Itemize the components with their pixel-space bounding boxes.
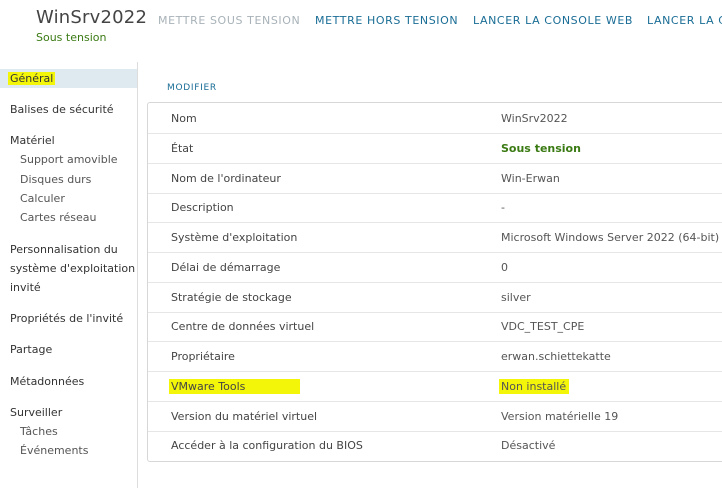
property-label: Accéder à la configuration du BIOS	[171, 439, 363, 452]
highlighted-label: VMware Tools	[169, 379, 301, 394]
vm-header: WinSrv2022 Sous tension METTRE SOUS TENS…	[0, 0, 722, 52]
sidebar-item-metadata[interactable]: Métadonnées	[10, 375, 84, 388]
sidebar-item-label: invité	[10, 281, 41, 294]
table-row: VMware Tools Non installé	[148, 371, 722, 402]
table-row: Nom de l'ordinateur Win-Erwan	[148, 163, 722, 194]
table-row: Système d'exploitation Microsoft Windows…	[148, 222, 722, 253]
table-row: Accéder à la configuration du BIOS Désac…	[148, 430, 722, 460]
general-panel: MODIFIER Nom WinSrv2022 État Sous tensio…	[147, 62, 722, 488]
property-value: Version matérielle 19	[501, 410, 619, 423]
property-label: Délai de démarrage	[171, 261, 281, 274]
sidebar-item-compute[interactable]: Calculer	[20, 192, 65, 205]
table-row: Délai de démarrage 0	[148, 252, 722, 283]
property-label: Centre de données virtuel	[171, 320, 315, 333]
properties-table: Nom WinSrv2022 État Sous tension Nom de …	[147, 102, 722, 462]
table-row: État Sous tension	[148, 133, 722, 164]
sidebar-item-label: système d'exploitation	[10, 262, 136, 275]
power-off-button[interactable]: METTRE HORS TENSION	[315, 14, 458, 27]
table-row: Description -	[148, 192, 722, 223]
sidebar-item-hard-disks[interactable]: Disques durs	[20, 173, 91, 186]
sidebar-item-tasks[interactable]: Tâches	[20, 425, 58, 438]
property-value: silver	[501, 291, 531, 304]
highlighted-value: Non installé	[499, 379, 570, 394]
sidebar-item-label: Personnalisation du	[10, 243, 118, 256]
property-value: Microsoft Windows Server 2022 (64-bit)	[501, 231, 720, 244]
property-label: Propriétaire	[171, 350, 235, 363]
status-value: Sous tension	[501, 142, 581, 155]
modify-link[interactable]: MODIFIER	[167, 83, 217, 93]
property-label: Description	[171, 201, 234, 214]
sidebar-item-monitor[interactable]: Surveiller	[10, 406, 62, 419]
sidebar-item-removable-media[interactable]: Support amovible	[20, 153, 118, 166]
power-on-button[interactable]: METTRE SOUS TENSION	[158, 14, 300, 27]
property-label: Stratégie de stockage	[171, 291, 292, 304]
launch-remote-console-button[interactable]: LANCER LA C	[647, 14, 722, 27]
property-label: VMware Tools	[169, 379, 301, 394]
sidebar-item-label: Général	[8, 72, 56, 85]
sidebar-item-sharing[interactable]: Partage	[10, 343, 52, 356]
sidebar-item-guest-customization[interactable]: Personnalisation du système d'exploitati…	[10, 243, 135, 294]
property-value: 0	[501, 261, 508, 274]
property-label: Version du matériel virtuel	[171, 410, 318, 423]
property-value: WinSrv2022	[501, 112, 568, 125]
vm-power-status: Sous tension	[36, 31, 107, 44]
sidebar-nav: Général Balises de sécurité Matériel Sup…	[0, 62, 138, 488]
vm-title: WinSrv2022	[36, 7, 148, 28]
table-row: Stratégie de stockage silver	[148, 282, 722, 313]
sidebar-item-guest-properties[interactable]: Propriétés de l'invité	[10, 312, 123, 325]
property-value: Win-Erwan	[501, 172, 560, 185]
property-value: erwan.schiettekatte	[501, 350, 611, 363]
sidebar-item-hardware[interactable]: Matériel	[10, 134, 55, 147]
property-value: Désactivé	[501, 439, 556, 452]
table-row: Nom WinSrv2022	[148, 103, 722, 134]
property-label: Nom de l'ordinateur	[171, 172, 281, 185]
property-value: Non installé	[499, 379, 570, 394]
sidebar-item-events[interactable]: Événements	[20, 444, 88, 457]
sidebar-item-general[interactable]: Général	[8, 72, 56, 85]
table-row: Propriétaire erwan.schiettekatte	[148, 341, 722, 372]
sidebar-item-security-tags[interactable]: Balises de sécurité	[10, 103, 114, 116]
property-value: VDC_TEST_CPE	[501, 320, 585, 333]
sidebar-item-nics[interactable]: Cartes réseau	[20, 211, 97, 224]
property-value: -	[501, 201, 505, 214]
table-row: Centre de données virtuel VDC_TEST_CPE	[148, 311, 722, 342]
property-label: Système d'exploitation	[171, 231, 298, 244]
property-label: État	[171, 142, 194, 155]
launch-web-console-button[interactable]: LANCER LA CONSOLE WEB	[473, 14, 633, 27]
property-label: Nom	[171, 112, 197, 125]
table-row: Version du matériel virtuel Version maté…	[148, 401, 722, 432]
